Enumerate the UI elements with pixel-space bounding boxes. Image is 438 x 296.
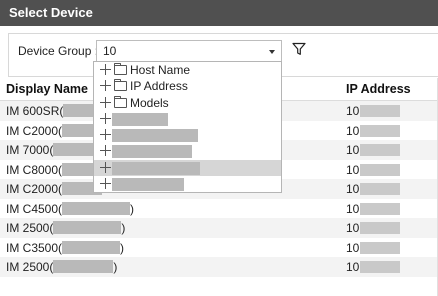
- dialog-title: Select Device: [0, 0, 438, 26]
- dropdown-item[interactable]: [94, 127, 281, 143]
- expand-plus-icon[interactable]: [100, 64, 111, 75]
- redacted-block: [62, 240, 121, 254]
- table-row[interactable]: IM 2500() 10.: [0, 257, 438, 277]
- device-name-cell: IM C2000(: [6, 182, 103, 196]
- device-name-cell: IM C3500(): [6, 240, 125, 255]
- redacted-block: [360, 202, 400, 215]
- device-name-cell: IM 7000(: [6, 143, 94, 157]
- device-group-label: Device Group :: [18, 44, 99, 58]
- redacted-block: [360, 124, 400, 137]
- redacted-block: [360, 105, 400, 117]
- device-group-dropdown[interactable]: Host Name IP Address Models: [93, 61, 282, 193]
- dropdown-item-label: Models: [130, 95, 169, 110]
- dropdown-item[interactable]: [94, 159, 281, 177]
- dropdown-item[interactable]: [94, 143, 281, 159]
- dropdown-item[interactable]: IP Address: [94, 78, 281, 94]
- table-row[interactable]: IM C4500() 10.: [0, 198, 438, 218]
- dropdown-item[interactable]: [94, 176, 281, 192]
- device-name-suffix: ): [121, 221, 126, 235]
- device-name-suffix: ): [120, 240, 125, 255]
- redacted-block: [360, 144, 400, 156]
- device-name-text: IM C8000(: [6, 162, 63, 177]
- redacted-block: [112, 112, 168, 126]
- dropdown-item-label: Host Name: [130, 63, 191, 77]
- folder-icon: [114, 79, 127, 92]
- expand-plus-icon[interactable]: [100, 129, 111, 141]
- device-name-cell: IM 600SR(: [6, 104, 100, 118]
- redacted-block: [112, 161, 200, 175]
- redacted-block: [360, 183, 400, 195]
- redacted-block: [62, 201, 131, 215]
- expand-plus-icon[interactable]: [100, 96, 111, 108]
- device-name-cell: IM 2500(): [6, 221, 125, 235]
- device-name-suffix: ): [130, 201, 135, 216]
- device-name-text: IM C2000(: [6, 123, 63, 138]
- redacted-block: [360, 163, 400, 176]
- column-header-ip-address[interactable]: IP Address: [346, 82, 411, 96]
- redacted-block: [360, 261, 400, 273]
- expand-plus-icon[interactable]: [100, 112, 111, 124]
- dropdown-item[interactable]: Models: [94, 95, 281, 111]
- device-name-text: IM C3500(: [6, 240, 63, 255]
- device-name-text: IM 2500(: [6, 260, 54, 274]
- redacted-block: [53, 221, 122, 234]
- device-name-text: IM 600SR(: [6, 104, 64, 118]
- expand-plus-icon[interactable]: [100, 178, 111, 190]
- table-row[interactable]: IM C3500() 10.: [0, 237, 438, 257]
- device-name-suffix: ): [113, 260, 118, 274]
- redacted-block: [360, 222, 400, 234]
- device-name-text: IM 7000(: [6, 143, 54, 157]
- redacted-block: [53, 143, 94, 156]
- expand-plus-icon[interactable]: [100, 145, 111, 157]
- column-header-display-name[interactable]: Display Name: [6, 82, 88, 96]
- filter-icon[interactable]: [292, 42, 306, 56]
- redacted-block: [112, 145, 192, 159]
- dropdown-item[interactable]: [94, 111, 281, 127]
- folder-icon: [114, 95, 127, 108]
- expand-plus-icon[interactable]: [100, 161, 111, 173]
- expand-plus-icon[interactable]: [100, 80, 111, 92]
- redacted-block: [53, 260, 114, 273]
- chevron-down-icon[interactable]: [269, 50, 275, 54]
- device-name-cell: IM C4500(): [6, 201, 135, 216]
- device-group-value: 10: [103, 44, 117, 58]
- device-name-cell: IM 2500(): [6, 260, 117, 274]
- dropdown-item[interactable]: Host Name: [94, 62, 281, 78]
- folder-icon: [114, 63, 127, 75]
- device-name-cell: IM C2000(: [6, 123, 105, 138]
- redacted-block: [112, 178, 184, 192]
- device-name-text: IM 2500(: [6, 221, 54, 235]
- device-group-select[interactable]: 10: [96, 40, 282, 62]
- dropdown-item-label: IP Address: [130, 79, 188, 94]
- device-name-cell: IM C8000(: [6, 162, 101, 177]
- redacted-block: [360, 241, 400, 254]
- device-name-text: IM C4500(: [6, 201, 63, 216]
- device-name-text: IM C2000(: [6, 182, 63, 196]
- table-row[interactable]: IM 2500() 10.: [0, 218, 438, 238]
- redacted-block: [112, 129, 198, 143]
